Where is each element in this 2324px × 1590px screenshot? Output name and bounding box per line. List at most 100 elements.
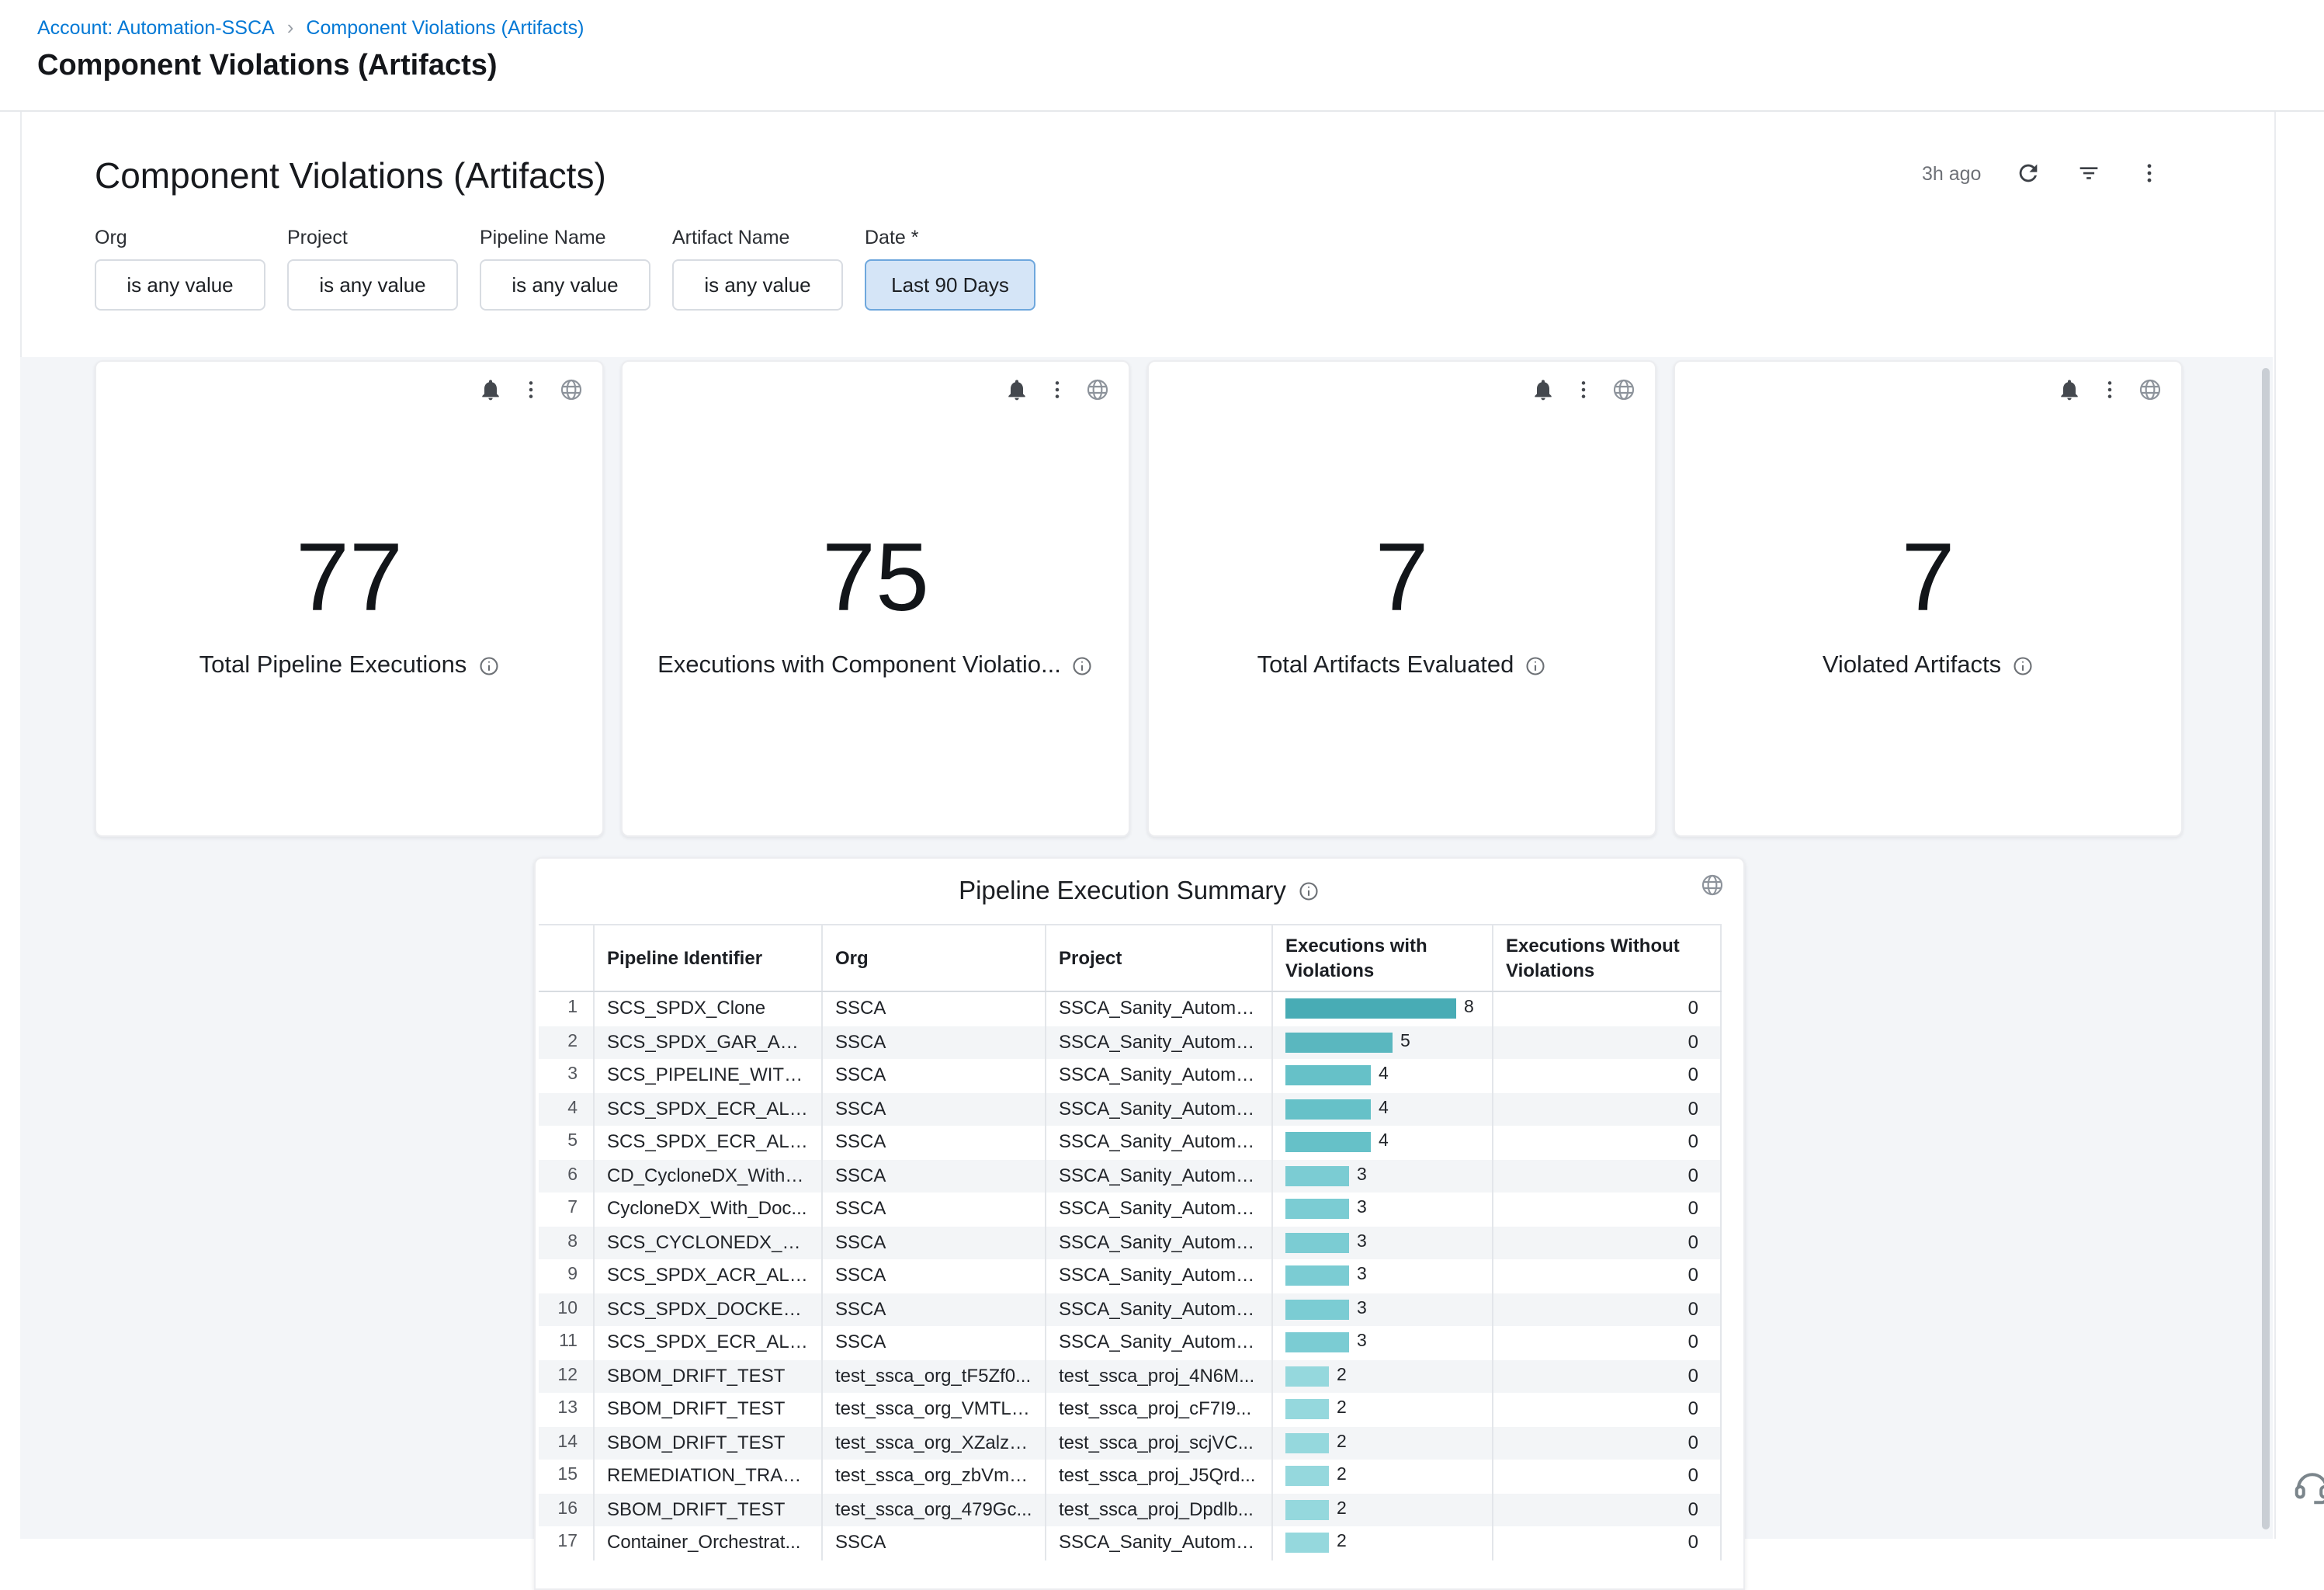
cell-org: SSCA (823, 1092, 1046, 1126)
cell-executions-without-violations: 0 (1493, 1159, 1722, 1192)
filter-value-button[interactable]: is any value (287, 259, 458, 311)
cell-executions-without-violations: 0 (1493, 1226, 1722, 1259)
globe-icon[interactable] (2138, 377, 2163, 402)
info-icon[interactable] (1072, 654, 1094, 676)
globe-icon[interactable] (1700, 873, 1725, 897)
info-icon[interactable] (1524, 654, 1546, 676)
cell-pipeline-identifier: CycloneDX_With_Doc... (595, 1192, 823, 1226)
cell-executions-with-violations: 5 (1273, 1026, 1493, 1059)
cell-project: test_ssca_proj_Dpdlb... (1046, 1493, 1273, 1526)
metric-label: Violated Artifacts (1823, 651, 2001, 679)
violations-bar (1285, 1099, 1371, 1120)
vertical-scrollbar[interactable] (2262, 368, 2270, 1529)
cell-pipeline-identifier: SCS_CYCLONEDX_GA... (595, 1226, 823, 1259)
table-row[interactable]: 17 Container_Orchestrat... SSCA SSCA_San… (539, 1526, 1722, 1560)
cell-pipeline-identifier: SCS_SPDX_ECR_ALL_... (595, 1126, 823, 1159)
metric-tile[interactable]: 75 Executions with Component Violatio... (621, 360, 1130, 837)
info-icon[interactable] (2012, 654, 2034, 676)
table-row[interactable]: 7 CycloneDX_With_Doc... SSCA SSCA_Sanity… (539, 1192, 1722, 1226)
page-title: Component Violations (Artifacts) (37, 50, 498, 84)
tile-kebab-icon[interactable] (1045, 377, 1070, 402)
cell-org: SSCA (823, 1226, 1046, 1259)
table-row[interactable]: 14 SBOM_DRIFT_TEST test_ssca_org_XZalzy.… (539, 1426, 1722, 1460)
filter-value-button[interactable]: Last 90 Days (865, 259, 1035, 311)
filter-value-button[interactable]: is any value (672, 259, 843, 311)
cell-project: test_ssca_proj_J5Qrd... (1046, 1460, 1273, 1493)
table-row[interactable]: 9 SCS_SPDX_ACR_ALL... SSCA SSCA_Sanity_A… (539, 1259, 1722, 1293)
kebab-menu-icon[interactable] (2136, 160, 2163, 186)
alert-bell-icon[interactable] (1531, 377, 1556, 402)
help-chat-icon[interactable] (2291, 1466, 2324, 1508)
violations-bar-value: 2 (1337, 1359, 1347, 1393)
alert-bell-icon[interactable] (1004, 377, 1029, 402)
row-index: 4 (539, 1092, 595, 1126)
cell-project: SSCA_Sanity_Automa... (1046, 1226, 1273, 1259)
cell-pipeline-identifier: SCS_SPDX_ECR_ALL_... (595, 1326, 823, 1359)
table-row[interactable]: 6 CD_CycloneDX_With_... SSCA SSCA_Sanity… (539, 1159, 1722, 1192)
table-row[interactable]: 5 SCS_SPDX_ECR_ALL_... SSCA SSCA_Sanity_… (539, 1126, 1722, 1159)
row-index: 9 (539, 1259, 595, 1293)
info-icon[interactable] (1299, 880, 1320, 902)
cell-executions-without-violations: 0 (1493, 1259, 1722, 1293)
tile-kebab-icon[interactable] (519, 377, 543, 402)
row-index: 12 (539, 1359, 595, 1393)
table-row[interactable]: 1 SCS_SPDX_Clone SSCA SSCA_Sanity_Automa… (539, 992, 1722, 1026)
cell-executions-with-violations: 2 (1273, 1359, 1493, 1393)
alert-bell-icon[interactable] (478, 377, 503, 402)
filter-value-button[interactable]: is any value (95, 259, 265, 311)
table-row[interactable]: 8 SCS_CYCLONEDX_GA... SSCA SSCA_Sanity_A… (539, 1226, 1722, 1259)
tile-kebab-icon[interactable] (2097, 377, 2122, 402)
metric-label: Executions with Component Violatio... (657, 651, 1061, 679)
cell-project: SSCA_Sanity_Automa... (1046, 1326, 1273, 1359)
cell-project: SSCA_Sanity_Automa... (1046, 992, 1273, 1026)
metric-tile[interactable]: 77 Total Pipeline Executions (95, 360, 604, 837)
cell-project: SSCA_Sanity_Automa... (1046, 1126, 1273, 1159)
table-row[interactable]: 12 SBOM_DRIFT_TEST test_ssca_org_tF5Zf0.… (539, 1359, 1722, 1393)
metric-value: 7 (1902, 530, 1955, 627)
cell-executions-without-violations: 0 (1493, 1026, 1722, 1059)
filter-group: Artifact Name is any value (672, 227, 843, 311)
globe-icon[interactable] (1085, 377, 1110, 402)
cell-executions-with-violations: 8 (1273, 992, 1493, 1026)
info-icon[interactable] (477, 654, 499, 676)
metric-tile[interactable]: 7 Total Artifacts Evaluated (1147, 360, 1656, 837)
last-updated-label: 3h ago (1922, 162, 1981, 184)
cell-executions-with-violations: 4 (1273, 1126, 1493, 1159)
cell-pipeline-identifier: SCS_SPDX_ACR_ALL... (595, 1259, 823, 1293)
cell-pipeline-identifier: SCS_SPDX_Clone (595, 992, 823, 1026)
table-row[interactable]: 2 SCS_SPDX_GAR_ALL... SSCA SSCA_Sanity_A… (539, 1026, 1722, 1059)
cell-pipeline-identifier: SBOM_DRIFT_TEST (595, 1493, 823, 1526)
cell-executions-with-violations: 3 (1273, 1259, 1493, 1293)
col-header-index (539, 925, 595, 991)
tile-kebab-icon[interactable] (1571, 377, 1596, 402)
table-row[interactable]: 13 SBOM_DRIFT_TEST test_ssca_org_VMTLz..… (539, 1393, 1722, 1426)
filter-group: Pipeline Name is any value (480, 227, 650, 311)
cell-executions-with-violations: 3 (1273, 1226, 1493, 1259)
violations-bar (1285, 1533, 1329, 1554)
summary-table-body: 1 SCS_SPDX_Clone SSCA SSCA_Sanity_Automa… (539, 992, 1722, 1560)
metric-label: Total Pipeline Executions (199, 651, 467, 679)
cell-executions-with-violations: 3 (1273, 1326, 1493, 1359)
globe-icon[interactable] (1611, 377, 1636, 402)
table-row[interactable]: 3 SCS_PIPELINE_WITH... SSCA SSCA_Sanity_… (539, 1059, 1722, 1092)
table-row[interactable]: 11 SCS_SPDX_ECR_ALL_... SSCA SSCA_Sanity… (539, 1326, 1722, 1359)
cell-executions-without-violations: 0 (1493, 1326, 1722, 1359)
row-index: 1 (539, 992, 595, 1026)
row-index: 10 (539, 1293, 595, 1326)
filter-value-button[interactable]: is any value (480, 259, 650, 311)
breadcrumb-account-link[interactable]: Account: Automation-SSCA (37, 16, 275, 38)
refresh-icon[interactable] (2015, 160, 2041, 186)
table-row[interactable]: 10 SCS_SPDX_DOCKER_... SSCA SSCA_Sanity_… (539, 1293, 1722, 1326)
table-row[interactable]: 4 SCS_SPDX_ECR_ALL_... SSCA SSCA_Sanity_… (539, 1092, 1722, 1126)
table-row[interactable]: 16 SBOM_DRIFT_TEST test_ssca_org_479Gc..… (539, 1493, 1722, 1526)
table-row[interactable]: 15 REMEDIATION_TRAC... test_ssca_org_zbV… (539, 1460, 1722, 1493)
breadcrumb-current-link[interactable]: Component Violations (Artifacts) (306, 16, 584, 38)
metric-tile[interactable]: 7 Violated Artifacts (1674, 360, 2183, 837)
cell-executions-without-violations: 0 (1493, 1493, 1722, 1526)
cell-org: SSCA (823, 1159, 1046, 1192)
alert-bell-icon[interactable] (2057, 377, 2082, 402)
cell-pipeline-identifier: CD_CycloneDX_With_... (595, 1159, 823, 1192)
filter-label: Date * (865, 227, 1035, 248)
filter-icon[interactable] (2076, 160, 2102, 186)
globe-icon[interactable] (559, 377, 584, 402)
